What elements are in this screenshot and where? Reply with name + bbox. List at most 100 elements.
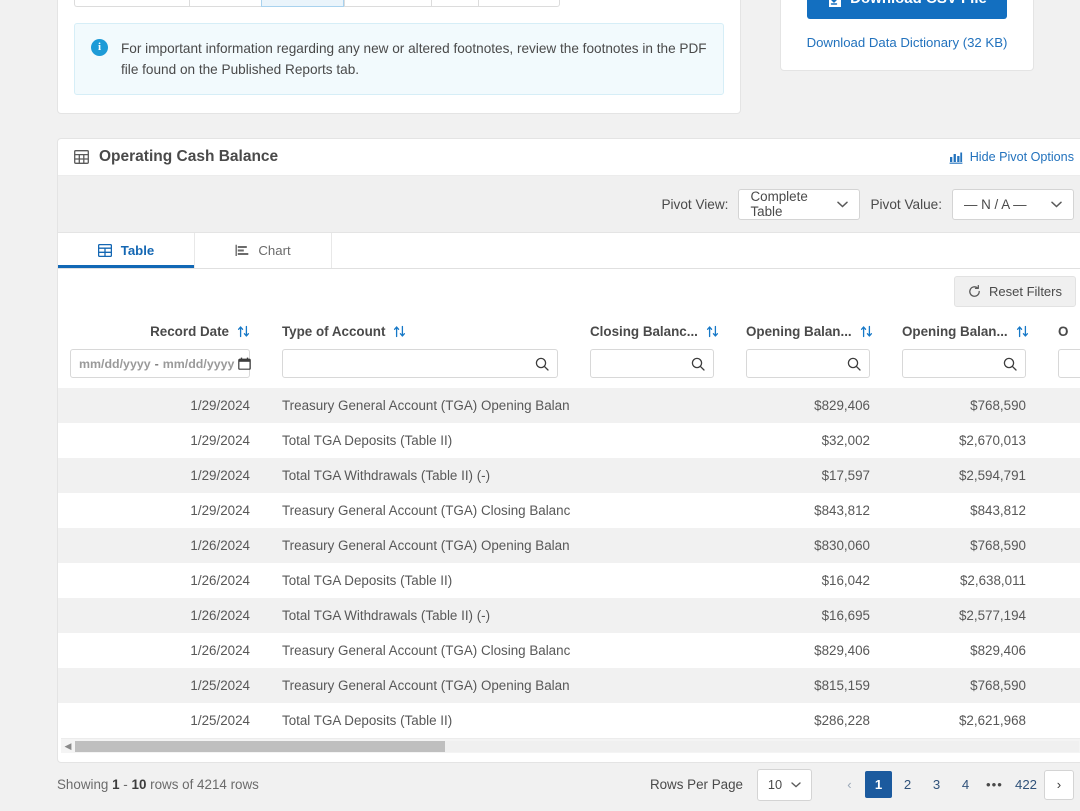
info-banner-text: For important information regarding any …: [121, 40, 707, 77]
cell-record-date: 1/26/2024: [58, 633, 262, 668]
table-scroll-region: Record Date mm/dd/yyyy - mm/dd/yyyy Type…: [58, 314, 1080, 738]
range-tab-1[interactable]: 1 Year: [188, 0, 261, 7]
table-row[interactable]: 1/29/2024 Treasury General Account (TGA)…: [58, 493, 1080, 528]
rows-per-page-value: 10: [767, 777, 783, 792]
range-tab-0[interactable]: Jan 29, 2024: [74, 0, 189, 7]
table-row[interactable]: 1/29/2024 Total TGA Withdrawals (Table I…: [58, 458, 1080, 493]
sort-icon[interactable]: [1016, 325, 1029, 338]
cell-closing-balance: [578, 388, 726, 423]
column-header-next-partial[interactable]: O: [1046, 314, 1080, 388]
table-row[interactable]: 1/26/2024 Total TGA Deposits (Table II) …: [58, 563, 1080, 598]
cell-gap: [1038, 598, 1046, 633]
column-label-record-date: Record Date: [150, 323, 229, 339]
type-of-account-filter[interactable]: [282, 349, 558, 378]
page-title: Operating Cash Balance: [74, 148, 278, 166]
column-gap: [570, 314, 578, 388]
footnote-info-banner: i For important information regarding an…: [74, 22, 724, 96]
column-header-opening-balance-1[interactable]: Opening Balan...: [734, 314, 882, 388]
sort-icon[interactable]: [393, 325, 406, 338]
page-next-button[interactable]: ›: [1044, 769, 1074, 800]
hide-pivot-options-toggle[interactable]: Hide Pivot Options: [949, 150, 1080, 164]
column-header-record-date[interactable]: Record Date mm/dd/yyyy - mm/dd/yyyy: [58, 314, 262, 388]
cell-gap: [262, 493, 270, 528]
search-icon[interactable]: [1003, 357, 1017, 371]
range-tab-5[interactable]: Custom: [478, 0, 561, 7]
calendar-icon[interactable]: [238, 357, 252, 370]
cell-opening-balance-1: $286,228: [734, 703, 882, 738]
table-row[interactable]: 1/26/2024 Treasury General Account (TGA)…: [58, 528, 1080, 563]
range-tab-3[interactable]: 10 Years: [343, 0, 431, 7]
tab-chart[interactable]: Chart: [195, 233, 332, 268]
page-button-last[interactable]: 422: [1010, 771, 1042, 798]
rows-per-page-label: Rows Per Page: [649, 777, 743, 792]
download-csv-button[interactable]: Download CSV File: [807, 0, 1007, 19]
cell-opening-balance-1: $829,406: [734, 633, 882, 668]
download-csv-label: Download CSV File: [850, 0, 987, 7]
sort-icon[interactable]: [237, 325, 250, 338]
refresh-icon: [968, 285, 981, 298]
search-icon[interactable]: [535, 357, 549, 371]
cell-record-date: 1/29/2024: [58, 458, 262, 493]
range-dash: -: [123, 777, 128, 792]
cell-gap: [726, 493, 734, 528]
cell-record-date: 1/29/2024: [58, 423, 262, 458]
showing-prefix: Showing: [57, 777, 109, 792]
tab-chart-label: Chart: [258, 243, 291, 258]
column-header-type-of-account[interactable]: Type of Account: [270, 314, 570, 388]
search-icon[interactable]: [847, 357, 861, 371]
scroll-left-arrow[interactable]: ◀: [61, 741, 75, 752]
opening-balance-1-filter[interactable]: [746, 349, 870, 378]
next-partial-filter[interactable]: [1058, 349, 1080, 378]
table-row[interactable]: 1/26/2024 Treasury General Account (TGA)…: [58, 633, 1080, 668]
table-row[interactable]: 1/29/2024 Treasury General Account (TGA)…: [58, 388, 1080, 423]
chart-icon: [235, 244, 249, 257]
cell-gap: [1038, 563, 1046, 598]
data-dictionary-link[interactable]: Download Data Dictionary (32 KB): [797, 35, 1017, 50]
search-icon[interactable]: [691, 357, 705, 371]
showing-mid: rows of: [150, 777, 194, 792]
pivot-value-select[interactable]: — N / A —: [952, 188, 1074, 220]
scrollbar-thumb[interactable]: [75, 740, 445, 752]
cell-next-partial: [1046, 388, 1080, 423]
page-prev-button[interactable]: ‹: [836, 771, 863, 798]
table-row[interactable]: 1/26/2024 Total TGA Withdrawals (Table I…: [58, 598, 1080, 633]
cell-gap: [882, 493, 890, 528]
horizontal-scrollbar[interactable]: ◀ ▶: [61, 738, 1080, 753]
cell-gap: [1038, 528, 1046, 563]
page-button-2[interactable]: 2: [894, 771, 921, 798]
cell-gap: [570, 423, 578, 458]
cell-gap: [726, 388, 734, 423]
pivot-view-select[interactable]: Complete Table: [738, 188, 861, 220]
table-row[interactable]: 1/29/2024 Total TGA Deposits (Table II) …: [58, 423, 1080, 458]
operating-cash-balance-card: Operating Cash Balance Hide Pivot Option…: [57, 138, 1080, 763]
record-date-filter[interactable]: mm/dd/yyyy - mm/dd/yyyy: [70, 349, 252, 378]
cell-gap: [1038, 703, 1046, 738]
cell-type-of-account: Treasury General Account (TGA) Closing B…: [270, 493, 570, 528]
sort-icon[interactable]: [706, 325, 719, 338]
cell-gap: [262, 563, 270, 598]
reset-filters-button[interactable]: Reset Filters: [954, 276, 1076, 307]
cell-gap: [882, 598, 890, 633]
range-tab-2[interactable]: 5 Years: [261, 0, 344, 7]
page-button-4[interactable]: 4: [952, 771, 979, 798]
closing-balance-filter[interactable]: [590, 349, 714, 378]
range-tab-4[interactable]: All: [431, 0, 479, 7]
cell-gap: [262, 528, 270, 563]
cell-gap: [882, 633, 890, 668]
column-header-closing-balance[interactable]: Closing Balanc...: [578, 314, 726, 388]
table-row[interactable]: 1/25/2024 Treasury General Account (TGA)…: [58, 668, 1080, 703]
cell-opening-balance-1: $17,597: [734, 458, 882, 493]
cell-opening-balance-1: $830,060: [734, 528, 882, 563]
rows-per-page-select[interactable]: 10: [756, 768, 812, 801]
column-header-opening-balance-2[interactable]: Opening Balan...: [890, 314, 1038, 388]
tab-table[interactable]: Table: [58, 233, 195, 268]
view-tabs: Table Chart: [58, 233, 1080, 269]
table-row[interactable]: 1/25/2024 Total TGA Deposits (Table II) …: [58, 703, 1080, 738]
sort-icon[interactable]: [860, 325, 873, 338]
cell-opening-balance-1: $829,406: [734, 388, 882, 423]
page-button-1[interactable]: 1: [864, 771, 892, 798]
cell-type-of-account: Total TGA Deposits (Table II): [270, 423, 570, 458]
scrollbar-track[interactable]: [75, 740, 1079, 752]
opening-balance-2-filter[interactable]: [902, 349, 1026, 378]
page-button-3[interactable]: 3: [923, 771, 950, 798]
